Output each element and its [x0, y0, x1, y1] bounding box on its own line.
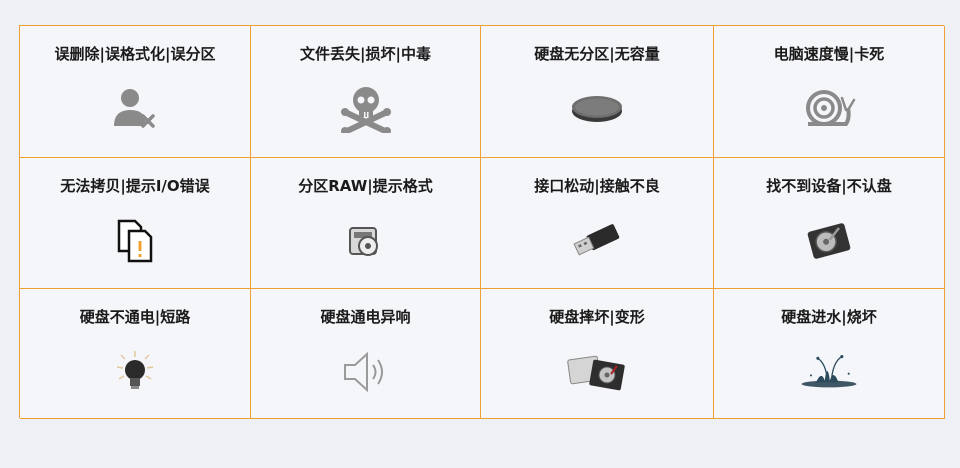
water-splash-icon: [799, 347, 859, 397]
scenario-label: 硬盘摔坏|变形: [549, 308, 645, 326]
scenario-label: 电脑速度慢|卡死: [773, 45, 885, 63]
scenario-cell-loose-interface[interactable]: 接口松动|接触不良: [481, 158, 714, 289]
scenario-cell-file-corrupt[interactable]: 文件丢失|损坏|中毒: [251, 26, 481, 158]
skull-crossbones-icon: [336, 84, 396, 134]
scenario-label: 文件丢失|损坏|中毒: [300, 45, 431, 63]
scenario-cell-accidental-delete[interactable]: 误删除|误格式化|误分区: [20, 26, 251, 158]
scenario-cell-no-partition[interactable]: 硬盘无分区|无容量: [481, 26, 714, 158]
scenario-cell-water-damage[interactable]: 硬盘进水|烧坏: [714, 289, 945, 419]
scenario-label: 硬盘无分区|无容量: [534, 45, 660, 63]
scenario-label: 误删除|误格式化|误分区: [54, 45, 216, 63]
scenario-cell-raw-partition[interactable]: 分区RAW|提示格式: [251, 158, 481, 289]
scenario-cell-no-power[interactable]: 硬盘不通电|短路: [20, 289, 251, 419]
usb-drive-icon: [567, 216, 627, 266]
disk-drive-icon: [336, 216, 396, 266]
scenario-label: 无法拷贝|提示I/O错误: [60, 177, 210, 195]
scenario-cell-dropped-drive[interactable]: 硬盘摔坏|变形: [481, 289, 714, 419]
data-recovery-scenario-grid: 误删除|误格式化|误分区 文件丢失|损坏|中毒 硬盘无分区|无容量 电脑速度慢|…: [19, 25, 945, 419]
scenario-cell-slow-computer[interactable]: 电脑速度慢|卡死: [714, 26, 945, 158]
speaker-sound-icon: [336, 347, 396, 397]
scenario-label: 硬盘通电异响: [320, 308, 411, 326]
disk-platter-icon: [567, 84, 627, 134]
scenario-label: 分区RAW|提示格式: [298, 177, 433, 195]
broken-hard-drive-icon: [567, 347, 627, 397]
scenario-label: 找不到设备|不认盘: [766, 177, 892, 195]
scenario-label: 接口松动|接触不良: [534, 177, 660, 195]
user-delete-icon: [105, 84, 165, 134]
scenario-label: 硬盘不通电|短路: [79, 308, 191, 326]
scenario-cell-device-not-found[interactable]: 找不到设备|不认盘: [714, 158, 945, 289]
scenario-cell-io-error[interactable]: 无法拷贝|提示I/O错误: [20, 158, 251, 289]
hard-drive-icon: [799, 216, 859, 266]
copy-warning-icon: [105, 216, 165, 266]
snail-icon: [799, 84, 859, 134]
light-bulb-icon: [105, 347, 165, 397]
scenario-label: 硬盘进水|烧坏: [781, 308, 877, 326]
scenario-cell-abnormal-noise[interactable]: 硬盘通电异响: [251, 289, 481, 419]
